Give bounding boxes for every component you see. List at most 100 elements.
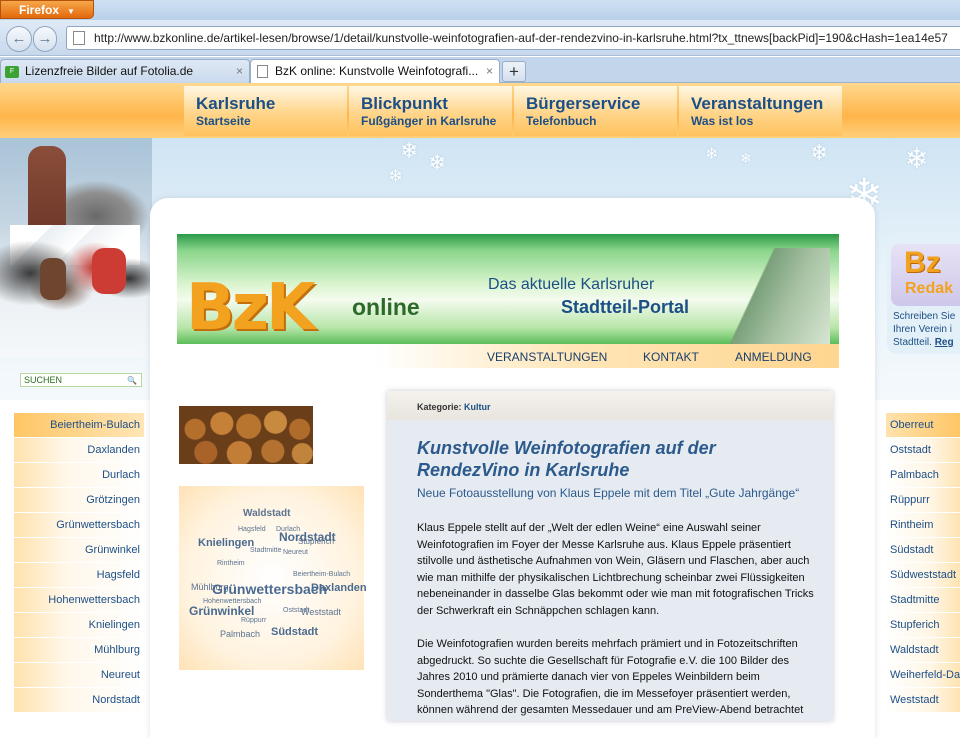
window-titlebar bbox=[0, 0, 960, 20]
sidebar-item-neureut[interactable]: Neureut bbox=[14, 663, 144, 688]
dropdown-arrow-icon: ▼ bbox=[67, 7, 75, 16]
sidebar-item-waldstadt[interactable]: Waldstadt bbox=[886, 638, 960, 663]
snowflake-icon: ❄ bbox=[905, 143, 929, 174]
snowflake-icon: ❄ bbox=[740, 150, 752, 166]
register-link[interactable]: Reg bbox=[935, 337, 954, 348]
snowflake-icon: ❄ bbox=[810, 140, 829, 165]
tag-gruenwettersbach[interactable]: Grünwettersbach bbox=[212, 581, 327, 597]
redaktion-line: Schreiben Sie bbox=[893, 311, 956, 322]
tag-gruenwinkel[interactable]: Grünwinkel bbox=[189, 604, 254, 618]
sidebar-item-oststadt[interactable]: Oststadt bbox=[886, 438, 960, 463]
forward-arrow-icon: → bbox=[37, 30, 53, 47]
search-input[interactable]: SUCHEN 🔍 bbox=[20, 373, 142, 387]
subnav-kontakt[interactable]: KONTAKT bbox=[643, 350, 699, 364]
close-tab-icon[interactable]: × bbox=[486, 60, 493, 82]
tab-label: BzK online: Kunstvolle Weinfotografi... bbox=[275, 64, 479, 78]
category-link[interactable]: Kultur bbox=[464, 402, 491, 412]
new-tab-button[interactable]: + bbox=[502, 61, 526, 82]
snowflake-icon: ❄ bbox=[400, 138, 419, 163]
nav-title: Veranstaltungen bbox=[691, 94, 824, 113]
subnav-anmeldung[interactable]: ANMELDUNG bbox=[735, 350, 812, 364]
sidebar-item-weiherfeld-dammerstock[interactable]: Weiherfeld-Da bbox=[886, 663, 960, 688]
sidebar-item-suedweststadt[interactable]: Südweststadt bbox=[886, 563, 960, 588]
article-subtitle: Neue Fotoausstellung von Klaus Eppele mi… bbox=[417, 486, 800, 500]
tag-stadtmitte[interactable]: Stadtmitte bbox=[250, 547, 282, 554]
snowflake-icon: ❄ bbox=[388, 166, 404, 186]
sidebar-item-hohenwettersbach[interactable]: Hohenwettersbach bbox=[14, 588, 144, 613]
tag-rintheim[interactable]: Rintheim bbox=[217, 560, 245, 567]
sidebar-item-suedstadt[interactable]: Südstadt bbox=[886, 538, 960, 563]
search-placeholder: SUCHEN bbox=[24, 375, 63, 385]
sidebar-item-palmbach[interactable]: Palmbach bbox=[886, 463, 960, 488]
sidebar-item-gruenwettersbach[interactable]: Grünwettersbach bbox=[14, 513, 144, 538]
snowflake-icon: ❄ bbox=[428, 150, 447, 175]
sidebar-item-rintheim[interactable]: Rintheim bbox=[886, 513, 960, 538]
article-title: Kunstvolle Weinfotografien auf der Rende… bbox=[417, 438, 716, 480]
url-bar[interactable]: http://www.bzkonline.de/artikel-lesen/br… bbox=[66, 26, 960, 50]
redaktion-line: Ihren Verein i bbox=[893, 324, 952, 335]
nav-title: Bürgerservice bbox=[526, 94, 641, 113]
sidebar-item-beiertheim-bulach[interactable]: Beiertheim-Bulach bbox=[14, 413, 144, 438]
district-tag-cloud: Waldstadt Hagsfeld Durlach Nordstadt Kni… bbox=[179, 486, 367, 670]
search-icon[interactable]: 🔍 bbox=[127, 375, 137, 387]
right-district-list: Oberreut Oststadt Palmbach Rüppurr Rinth… bbox=[886, 413, 960, 713]
banner-pyramid bbox=[680, 248, 830, 344]
sidebar-item-knielingen[interactable]: Knielingen bbox=[14, 613, 144, 638]
sidebar-item-rueppurr[interactable]: Rüppurr bbox=[886, 488, 960, 513]
tag-palmbach[interactable]: Palmbach bbox=[220, 629, 260, 639]
sidebar-item-hagsfeld[interactable]: Hagsfeld bbox=[14, 563, 144, 588]
tag-weststadt[interactable]: Weststadt bbox=[301, 607, 341, 617]
redaktion-text: Schreiben Sie Ihren Verein i Stadtteil. … bbox=[893, 310, 955, 349]
nav-title: Karlsruhe bbox=[196, 94, 276, 113]
photo-skaters bbox=[0, 240, 152, 350]
tag-knielingen[interactable]: Knielingen bbox=[198, 537, 254, 549]
firefox-menu-button[interactable]: Firefox ▼ bbox=[0, 0, 94, 19]
nav-veranstaltungen[interactable]: Veranstaltungen Was ist los bbox=[679, 86, 842, 136]
nav-title: Blickpunkt bbox=[361, 94, 448, 113]
redaktion-logo-text: Bz bbox=[904, 246, 941, 279]
sidebar-item-stupferich[interactable]: Stupferich bbox=[886, 613, 960, 638]
sidebar-item-nordstadt[interactable]: Nordstadt bbox=[14, 688, 144, 713]
tag-beiertheim-bulach[interactable]: Beiertheim-Bulach bbox=[293, 571, 350, 578]
tag-rueppurr[interactable]: Rüppurr bbox=[241, 617, 266, 624]
sidebar-item-gruenwinkel[interactable]: Grünwinkel bbox=[14, 538, 144, 563]
subnav-veranstaltungen[interactable]: VERANSTALTUNGEN bbox=[487, 350, 607, 364]
tag-stupferich[interactable]: Stupferich bbox=[298, 537, 334, 546]
sidebar-item-groetzingen[interactable]: Grötzingen bbox=[14, 488, 144, 513]
sidebar-item-muehlburg[interactable]: Mühlburg bbox=[14, 638, 144, 663]
sidebar-item-stadtmitte[interactable]: Stadtmitte bbox=[886, 588, 960, 613]
tab-fotolia[interactable]: F Lizenzfreie Bilder auf Fotolia.de × bbox=[0, 59, 250, 83]
fotolia-favicon-icon: F bbox=[5, 66, 19, 78]
photo-skater-child bbox=[40, 258, 66, 300]
nav-subtitle: Telefonbuch bbox=[526, 114, 597, 128]
sidebar-item-weststadt[interactable]: Weststadt bbox=[886, 688, 960, 713]
redaktion-box: Bz Redak Schreiben Sie Ihren Verein i St… bbox=[887, 234, 960, 354]
tag-waldstadt[interactable]: Waldstadt bbox=[243, 508, 290, 519]
sidebar-item-daxlanden[interactable]: Daxlanden bbox=[14, 438, 144, 463]
redaktion-label: Redak bbox=[905, 280, 954, 297]
article-paragraph-1: Klaus Eppele stellt auf der „Welt der ed… bbox=[417, 522, 814, 617]
tag-neureut[interactable]: Neureut bbox=[283, 549, 308, 556]
tab-label: Lizenzfreie Bilder auf Fotolia.de bbox=[25, 64, 194, 78]
sidebar-item-oberreut[interactable]: Oberreut bbox=[886, 413, 960, 438]
back-button[interactable]: ← bbox=[6, 26, 32, 52]
article-paragraph-2: Die Weinfotografien wurden bereits mehrf… bbox=[417, 638, 804, 717]
close-tab-icon[interactable]: × bbox=[236, 60, 243, 82]
coins-image[interactable] bbox=[179, 406, 313, 464]
nav-buergerservice[interactable]: Bürgerservice Telefonbuch bbox=[514, 86, 677, 136]
firefox-button-label: Firefox bbox=[19, 3, 60, 17]
nav-karlsruhe[interactable]: Karlsruhe Startseite bbox=[184, 86, 347, 136]
back-arrow-icon: ← bbox=[11, 30, 27, 47]
forward-button[interactable]: → bbox=[33, 26, 57, 52]
sidebar-item-durlach[interactable]: Durlach bbox=[14, 463, 144, 488]
url-text: http://www.bzkonline.de/artikel-lesen/br… bbox=[94, 31, 948, 45]
logo-online-text: online bbox=[352, 294, 420, 320]
banner-tagline-1: Das aktuelle Karlsruher bbox=[488, 276, 655, 293]
tag-hagsfeld[interactable]: Hagsfeld bbox=[238, 526, 266, 533]
left-district-list: Beiertheim-Bulach Daxlanden Durlach Gröt… bbox=[14, 413, 144, 713]
nav-subtitle: Was ist los bbox=[691, 114, 754, 128]
tag-suedstadt[interactable]: Südstadt bbox=[271, 626, 318, 638]
category-line: Kategorie: Kultur bbox=[417, 402, 491, 412]
nav-blickpunkt[interactable]: Blickpunkt Fußgänger in Karlsruhe bbox=[349, 86, 512, 136]
tab-bzk-online[interactable]: BzK online: Kunstvolle Weinfotografi... … bbox=[250, 59, 500, 83]
